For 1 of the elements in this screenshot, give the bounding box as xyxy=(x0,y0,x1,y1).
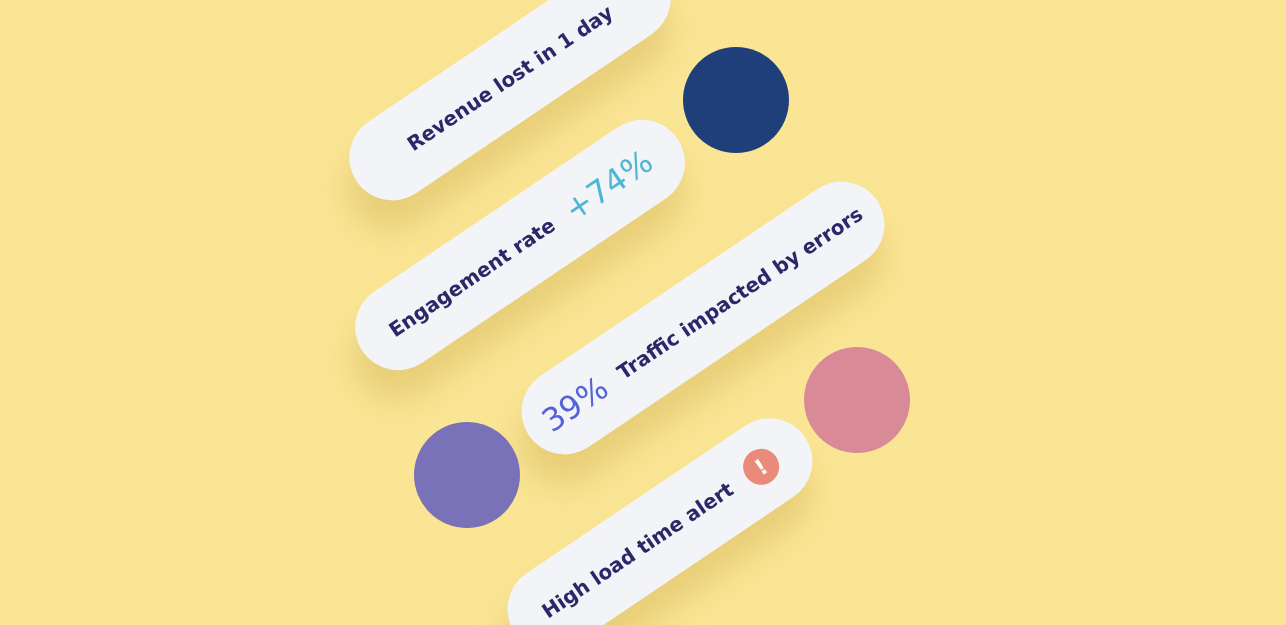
metric-value: 39% xyxy=(534,368,616,440)
